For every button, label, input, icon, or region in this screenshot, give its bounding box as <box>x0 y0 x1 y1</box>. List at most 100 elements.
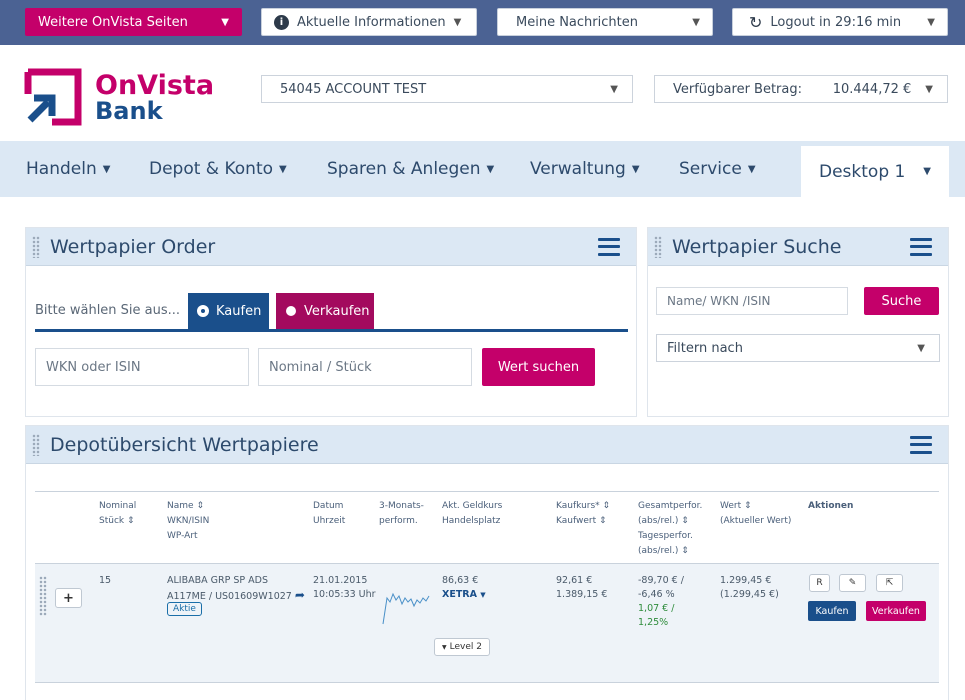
col-gesamt-label2: (abs/rel.) <box>638 516 679 526</box>
sparkline-chart <box>382 592 430 625</box>
row-gesamt-abs: -89,70 € / <box>638 575 684 586</box>
col-gesamt[interactable]: Gesamtperfor. (abs/rel.) ⇕ Tagesperfor. (ab… <box>638 499 702 559</box>
row-gesamt-rel: -6,46 % <box>638 589 675 600</box>
available-label: Verfügbarer Betrag: <box>673 81 803 97</box>
sort-icon[interactable]: ⇕ <box>603 501 611 511</box>
col-aktionen: Aktionen <box>808 501 854 511</box>
brand-name-bank: Bank <box>95 97 163 125</box>
sort-icon[interactable]: ⇕ <box>744 501 752 511</box>
drag-handle-icon[interactable] <box>654 235 662 258</box>
drag-handle-icon[interactable] <box>32 433 40 456</box>
sell-tab[interactable]: Verkaufen <box>276 293 374 329</box>
sell-label: Verkaufen <box>304 303 370 319</box>
chevron-down-icon: ▼ <box>486 163 495 175</box>
filter-label: Filtern nach <box>667 340 743 356</box>
expand-row-icon[interactable]: + <box>55 588 82 608</box>
chevron-down-icon: ▼ <box>480 591 486 599</box>
nav-verwaltung[interactable]: Verwaltung ▼ <box>530 141 640 197</box>
desktop-label: Desktop 1 <box>819 161 906 182</box>
row-name[interactable]: ALIBABA GRP SP ADS <box>167 574 268 588</box>
col-name[interactable]: Name ⇕ WKN/ISIN WP-Art <box>167 499 209 544</box>
search-input[interactable]: Name/ WKN /ISIN <box>656 287 848 315</box>
row-nominal: 15 <box>99 575 112 586</box>
nav-handeln[interactable]: Handeln ▼ <box>26 141 110 197</box>
row-date: 21.01.2015 10:05:33 Uhr <box>313 574 376 602</box>
chevron-down-icon: ▼ <box>747 163 756 175</box>
level2-button[interactable]: ▼ Level 2 <box>434 638 490 656</box>
row-wert: 1.299,45 € (1.299,45 €) <box>720 574 779 602</box>
row-drag-handle-icon[interactable] <box>39 576 47 616</box>
exchange-select[interactable]: XETRA ▼ <box>442 588 486 602</box>
search-title: Wertpapier Suche <box>672 235 842 258</box>
buy-tab[interactable]: Kaufen <box>188 293 269 329</box>
sort-icon[interactable]: ⇕ <box>681 546 689 556</box>
menu-icon[interactable] <box>910 237 932 256</box>
row-sell-button[interactable]: Verkaufen <box>866 601 926 621</box>
available-amount[interactable]: Verfügbarer Betrag: 10.444,72 € ▼ <box>654 75 948 103</box>
wkn-input[interactable]: WKN oder ISIN <box>35 348 249 386</box>
chevron-down-icon: ▼ <box>453 16 462 28</box>
col-wert-label: Wert <box>720 501 742 511</box>
filter-select[interactable]: Filtern nach ▼ <box>656 334 940 362</box>
level2-label: Level 2 <box>449 642 482 652</box>
col-gesamt-label: Gesamtperfor. <box>638 501 703 511</box>
col-geldkurs: Akt. Geldkurs Handelsplatz <box>442 499 502 529</box>
chevron-down-icon: ▼ <box>692 16 700 28</box>
row-datum: 21.01.2015 <box>313 575 368 586</box>
sort-icon[interactable]: ⇕ <box>599 516 607 526</box>
col-wpart-label: WP-Art <box>167 531 198 541</box>
col-platz-label: Handelsplatz <box>442 516 501 526</box>
radio-checked-icon <box>198 306 208 316</box>
col-wert-label2: (Aktueller Wert) <box>720 516 792 526</box>
account-select[interactable]: 54045 ACCOUNT TEST ▼ <box>261 75 633 103</box>
nav-label: Verwaltung <box>530 159 626 179</box>
row-buy-button[interactable]: Kaufen <box>808 601 856 621</box>
desktop-select[interactable]: Desktop 1 ▼ <box>801 146 949 197</box>
chevron-down-icon: ▼ <box>102 163 111 175</box>
col-perf-label: 3-Monats- <box>379 501 424 511</box>
nominal-input[interactable]: Nominal / Stück <box>258 348 472 386</box>
nav-label: Service <box>679 159 742 179</box>
sort-icon[interactable]: ⇕ <box>196 501 204 511</box>
col-kaufkurs[interactable]: Kaufkurs* ⇕ Kaufwert ⇕ <box>556 499 610 529</box>
menu-icon[interactable] <box>910 435 932 454</box>
col-nominal-label: Nominal <box>99 501 137 511</box>
search-placeholder: Name/ WKN /ISIN <box>667 294 771 308</box>
sort-icon[interactable]: ⇕ <box>127 516 135 526</box>
col-nominal[interactable]: Nominal Stück ⇕ <box>99 499 136 529</box>
row-platz: XETRA <box>442 589 477 600</box>
info-label: Aktuelle Informationen <box>297 14 446 30</box>
menu-icon[interactable] <box>598 237 620 256</box>
nav-service[interactable]: Service ▼ <box>679 141 756 197</box>
search-security-button[interactable]: Wert suchen <box>482 348 595 386</box>
col-tages-label: Tagesperfor. <box>638 531 693 541</box>
col-wkn-label: WKN/ISIN <box>167 516 210 526</box>
row-kaufkurs: 92,61 € <box>556 575 593 586</box>
more-pages-button[interactable]: Weitere OnVista Seiten ▼ <box>25 8 242 36</box>
order-title: Wertpapier Order <box>50 235 216 258</box>
row-perf: -89,70 € / -6,46 % 1,07 € / 1,25% <box>638 574 684 630</box>
open-detail-icon[interactable]: ⇱ <box>876 574 903 592</box>
research-button[interactable]: R <box>809 574 830 592</box>
table-top-border <box>35 491 939 492</box>
col-wert[interactable]: Wert ⇕ (Aktueller Wert) <box>720 499 791 529</box>
info-button[interactable]: i Aktuelle Informationen ▼ <box>261 8 477 36</box>
onvista-logo-icon <box>24 68 82 126</box>
chevron-down-icon: ▼ <box>279 163 287 175</box>
logout-button[interactable]: ↻ Logout in 29:16 min ▼ <box>732 8 948 36</box>
available-value: 10.444,72 € <box>832 81 912 97</box>
next-row-partial <box>35 690 939 700</box>
drag-handle-icon[interactable] <box>32 235 40 258</box>
nav-sparen-anlegen[interactable]: Sparen & Anlegen ▼ <box>327 141 494 197</box>
messages-button[interactable]: Meine Nachrichten ▼ <box>497 8 713 36</box>
chevron-down-icon: ▼ <box>923 166 931 177</box>
refresh-icon: ↻ <box>749 12 763 32</box>
sort-icon[interactable]: ⇕ <box>681 516 689 526</box>
share-arrow-icon[interactable]: ➦ <box>295 588 305 602</box>
chevron-down-icon: ▼ <box>925 83 933 95</box>
col-stueck-label: Stück <box>99 516 125 526</box>
nav-depot-konto[interactable]: Depot & Konto ▼ <box>149 141 287 197</box>
search-button[interactable]: Suche <box>864 287 939 315</box>
row-wert-value: 1.299,45 € <box>720 575 772 586</box>
edit-icon[interactable]: ✎ <box>839 574 866 592</box>
